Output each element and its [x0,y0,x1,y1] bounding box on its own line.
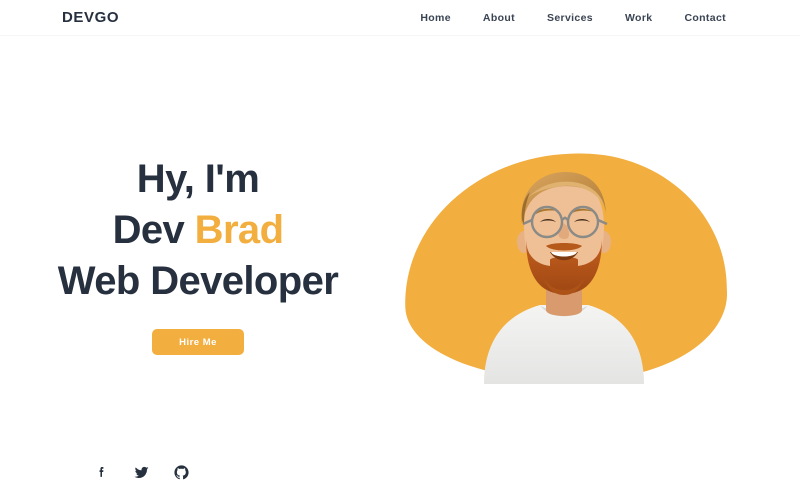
facebook-link[interactable] [92,463,110,481]
main-navigation: Home About Services Work Contact [404,10,726,26]
nav-link-services[interactable]: Services [531,10,609,26]
portrait-photo [482,164,646,384]
twitter-link[interactable] [132,463,150,481]
nav-link-contact[interactable]: Contact [668,10,726,26]
hero-heading-name-accent: Brad [194,208,284,252]
hero-text-block: Hy, I'm Dev Brad Web Developer Hire Me [0,154,396,355]
nav-link-about[interactable]: About [467,10,531,26]
twitter-icon [133,464,150,481]
page-root: DEVGO Home About Services Work Contact H… [0,0,800,500]
hero-visual [396,148,736,386]
nav-link-work[interactable]: Work [609,10,668,26]
hero-cta-wrapper: Hire Me [0,329,396,355]
nav-link-home[interactable]: Home [404,10,467,26]
facebook-icon [94,465,109,480]
site-logo[interactable]: DEVGO [62,9,119,27]
hero-section: Hy, I'm Dev Brad Web Developer Hire Me [0,36,800,500]
hero-heading-line-1: Hy, I'm [136,157,260,201]
hero-heading-line-3: Web Developer [57,259,339,303]
site-header: DEVGO Home About Services Work Contact [0,0,800,36]
hero-heading-line-2: Dev Brad [0,205,396,256]
hero-heading-name-prefix: Dev [112,208,195,252]
github-link[interactable] [172,463,190,481]
hire-me-button[interactable]: Hire Me [152,329,244,355]
social-links [92,463,190,481]
github-icon [173,464,190,481]
